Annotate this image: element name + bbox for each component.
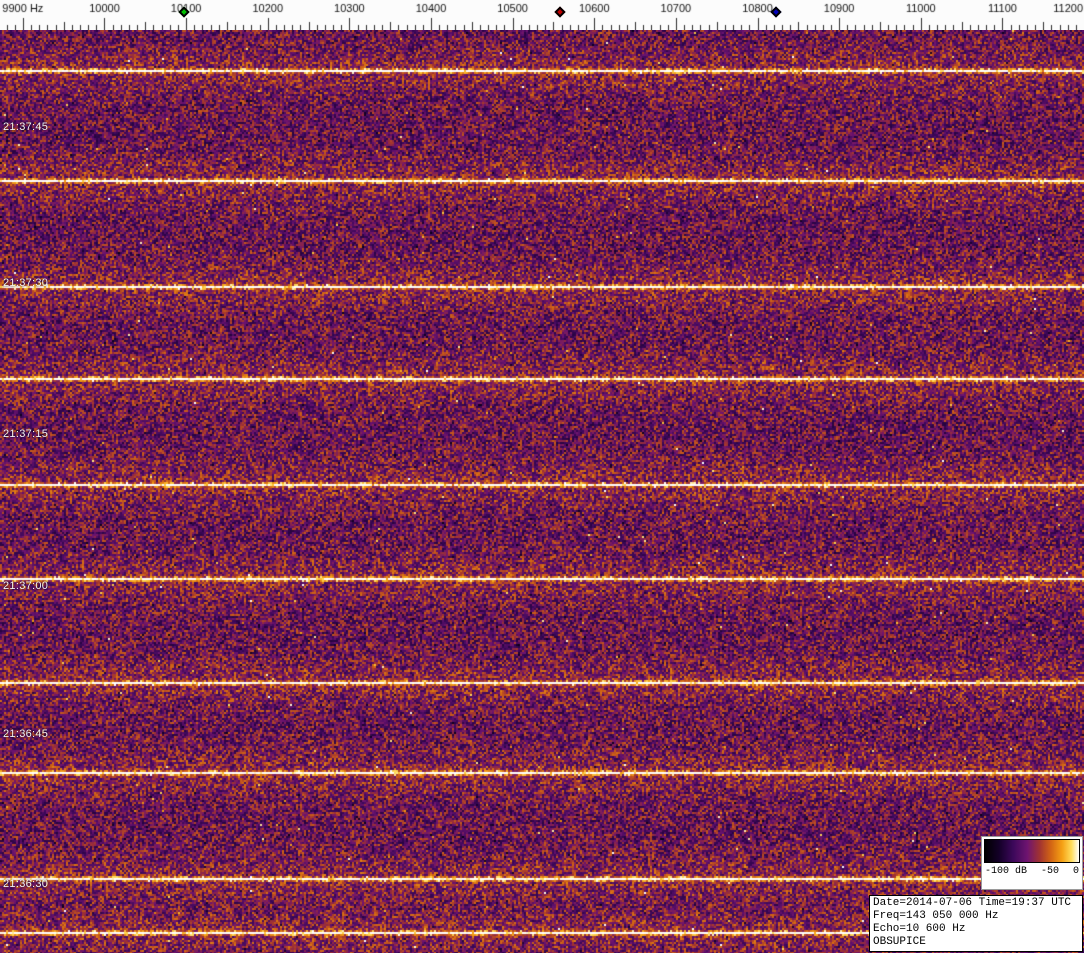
info-observer: OBSUPICE bbox=[873, 936, 1079, 949]
info-frequency: Freq=143 050 000 Hz bbox=[873, 910, 1079, 923]
color-scale-labels: -100 dB -50 0 bbox=[984, 866, 1080, 877]
radio-meteor-waterfall-window: 21:37:45 21:37:30 21:37:15 21:37:00 21:36:45… bbox=[0, 0, 1084, 953]
status-info-box: Date=2014-07-06 Time=19:37 UTC Freq=143 … bbox=[869, 895, 1083, 952]
color-scale-legend: -100 dB -50 0 bbox=[981, 836, 1083, 890]
spectrogram-waterfall[interactable] bbox=[0, 30, 1084, 953]
frequency-ruler[interactable] bbox=[0, 0, 1084, 30]
legend-max-label: 0 bbox=[1073, 866, 1079, 877]
color-scale-gradient bbox=[984, 839, 1080, 863]
legend-mid-label: -50 bbox=[1041, 866, 1059, 877]
info-echo: Echo=10 600 Hz bbox=[873, 923, 1079, 936]
info-date-time: Date=2014-07-06 Time=19:37 UTC bbox=[873, 897, 1079, 910]
legend-min-label: -100 dB bbox=[985, 866, 1027, 877]
